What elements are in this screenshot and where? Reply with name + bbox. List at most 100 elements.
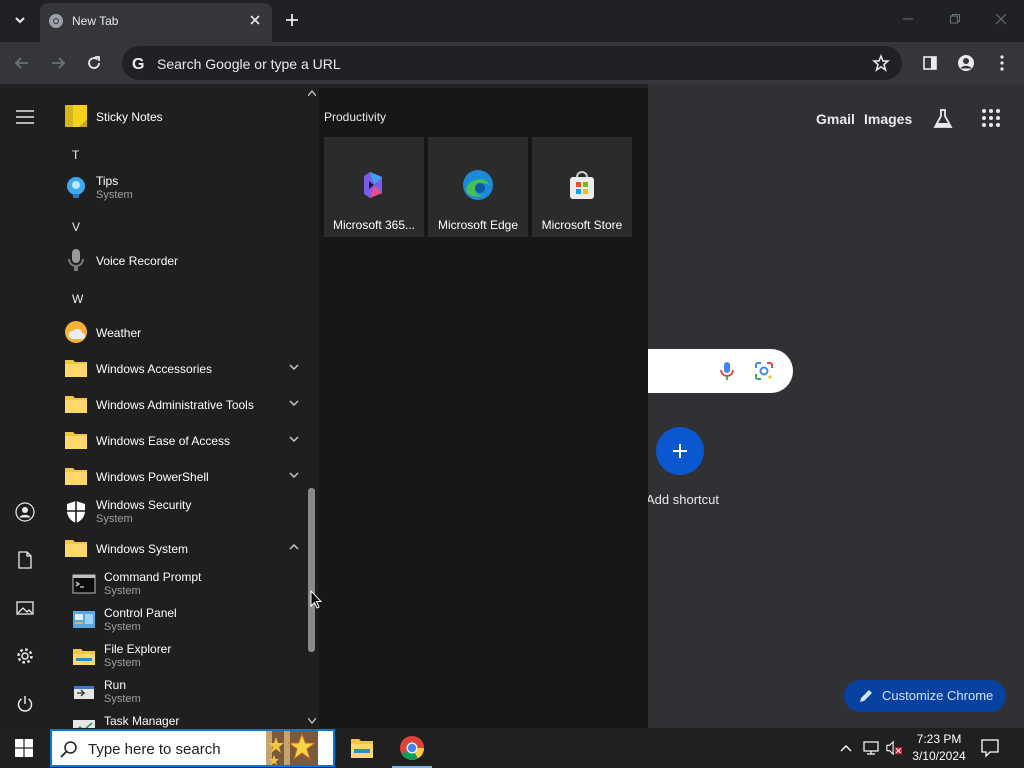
app-label: Weather <box>96 326 142 340</box>
app-sublabel: System <box>96 189 133 201</box>
svg-text:G: G <box>132 56 144 72</box>
folder-windows-ease-of-access[interactable]: Windows Ease of Access <box>62 423 302 457</box>
profile-icon[interactable] <box>957 54 975 72</box>
customize-chrome-button[interactable]: Customize Chrome <box>844 680 1006 712</box>
plus-icon <box>673 444 687 458</box>
chevron-down-icon <box>15 17 25 24</box>
tile-label: Microsoft 365... <box>332 218 416 232</box>
forward-arrow-icon[interactable] <box>49 54 67 72</box>
sticky-notes-icon <box>65 105 87 127</box>
folder-windows-administrative-tools[interactable]: Windows Administrative Tools <box>62 387 302 421</box>
back-arrow-icon[interactable] <box>13 54 31 72</box>
app-task-manager[interactable]: Task Manager <box>70 711 305 728</box>
shield-icon <box>67 501 85 523</box>
tile-microsoft-365[interactable]: Microsoft 365... <box>324 137 424 237</box>
omnibox[interactable]: G Search Google or type a URL <box>122 46 902 80</box>
pictures-icon[interactable] <box>15 598 35 618</box>
close-window-icon[interactable] <box>992 10 1010 28</box>
volume-muted-icon[interactable] <box>886 740 902 756</box>
app-label: Windows Ease of Access <box>96 434 231 448</box>
reload-icon[interactable] <box>85 54 103 72</box>
app-windows-security[interactable]: Windows Security System <box>62 495 302 529</box>
letter-header-t[interactable]: T <box>72 148 79 162</box>
scroll-up-arrow-icon[interactable] <box>308 90 316 96</box>
chevron-down-icon <box>289 472 299 478</box>
taskbar-file-explorer[interactable] <box>338 728 386 768</box>
scroll-down-arrow-icon[interactable] <box>308 718 316 724</box>
app-label: Sticky Notes <box>96 110 163 124</box>
taskbar-google-chrome[interactable] <box>388 728 436 768</box>
power-icon[interactable] <box>15 694 35 714</box>
taskbar-search-placeholder: Type here to search <box>88 741 221 758</box>
clock-date[interactable]: 3/10/2024 <box>906 749 972 763</box>
add-shortcut-label: Add shortcut <box>646 492 719 507</box>
more-menu-icon[interactable] <box>993 54 1011 72</box>
tile-microsoft-store[interactable]: Microsoft Store <box>532 137 632 237</box>
gmail-link[interactable]: Gmail <box>816 111 855 127</box>
folder-windows-system[interactable]: Windows System <box>62 531 302 565</box>
app-sticky-notes[interactable]: Sticky Notes <box>62 99 302 133</box>
search-highlight-stars-icon <box>266 731 318 765</box>
chevron-down-icon <box>289 436 299 442</box>
app-command-prompt[interactable]: Command Prompt System <box>70 567 305 601</box>
start-rail <box>0 88 50 728</box>
app-label: Task Manager <box>104 714 180 728</box>
documents-icon[interactable] <box>15 550 35 570</box>
weather-sun-cloud-icon <box>65 321 87 343</box>
start-menu: Sticky Notes T Tips System V Voice Recor… <box>0 88 648 728</box>
images-link[interactable]: Images <box>864 111 912 127</box>
minimize-icon[interactable] <box>899 10 917 28</box>
microphone-icon <box>68 249 84 271</box>
folder-icon <box>65 468 87 485</box>
hamburger-menu-icon[interactable] <box>15 107 35 127</box>
tile-microsoft-edge[interactable]: Microsoft Edge <box>428 137 528 237</box>
side-panel-icon[interactable] <box>921 54 939 72</box>
network-icon[interactable] <box>863 740 879 756</box>
add-shortcut-button[interactable] <box>656 427 704 475</box>
letter-header-v[interactable]: V <box>72 220 80 234</box>
taskbar: Type here to search 7:23 PM 3/10/2024 <box>0 728 1024 768</box>
app-voice-recorder[interactable]: Voice Recorder <box>62 243 302 277</box>
close-tab-icon[interactable] <box>248 13 262 27</box>
tile-group-title[interactable]: Productivity <box>324 110 386 124</box>
notifications-icon[interactable] <box>978 738 1002 758</box>
show-hidden-icons-chevron-icon[interactable] <box>838 740 854 756</box>
folder-windows-accessories[interactable]: Windows Accessories <box>62 351 302 385</box>
settings-gear-icon[interactable] <box>15 646 35 666</box>
folder-icon <box>65 540 87 557</box>
folder-windows-powershell[interactable]: Windows PowerShell <box>62 459 302 493</box>
voice-search-mic-icon[interactable] <box>718 361 736 381</box>
letter-header-w[interactable]: W <box>72 292 83 306</box>
tab-search-button[interactable] <box>8 8 32 32</box>
microsoft-store-icon <box>570 171 594 199</box>
new-tab-page: Gmail Images Add shortcut Customize Chro… <box>646 84 1024 728</box>
scrollbar-thumb[interactable] <box>308 488 315 652</box>
app-run[interactable]: Run System <box>70 675 305 709</box>
app-label: Tips <box>96 174 119 188</box>
labs-flask-icon[interactable] <box>932 108 954 130</box>
tab-new-tab[interactable]: New Tab <box>40 3 272 42</box>
app-label: Windows Security <box>96 498 192 512</box>
user-account-icon[interactable] <box>15 502 35 522</box>
app-tips[interactable]: Tips System <box>62 171 302 205</box>
app-file-explorer[interactable]: File Explorer System <box>70 639 305 673</box>
new-tab-plus-icon[interactable] <box>282 10 302 30</box>
restore-icon[interactable] <box>946 10 964 28</box>
google-apps-icon[interactable] <box>981 108 1001 128</box>
app-label: Windows System <box>96 542 189 556</box>
google-lens-icon[interactable] <box>754 361 774 381</box>
app-control-panel[interactable]: Control Panel System <box>70 603 305 637</box>
clock-time[interactable]: 7:23 PM <box>906 732 972 746</box>
tab-title: New Tab <box>72 14 119 28</box>
command-prompt-icon <box>72 574 96 594</box>
ntp-search-box[interactable] <box>648 349 793 393</box>
app-weather[interactable]: Weather <box>62 315 302 349</box>
bookmark-star-icon[interactable] <box>872 54 890 72</box>
app-label: Voice Recorder <box>96 254 179 268</box>
app-list-scrollbar[interactable] <box>305 88 319 728</box>
taskbar-search-box[interactable]: Type here to search <box>50 729 335 767</box>
tab-bar: New Tab <box>0 0 1024 42</box>
lightbulb-icon <box>67 177 85 198</box>
microsoft-365-icon <box>364 172 382 198</box>
start-button[interactable] <box>0 728 48 768</box>
